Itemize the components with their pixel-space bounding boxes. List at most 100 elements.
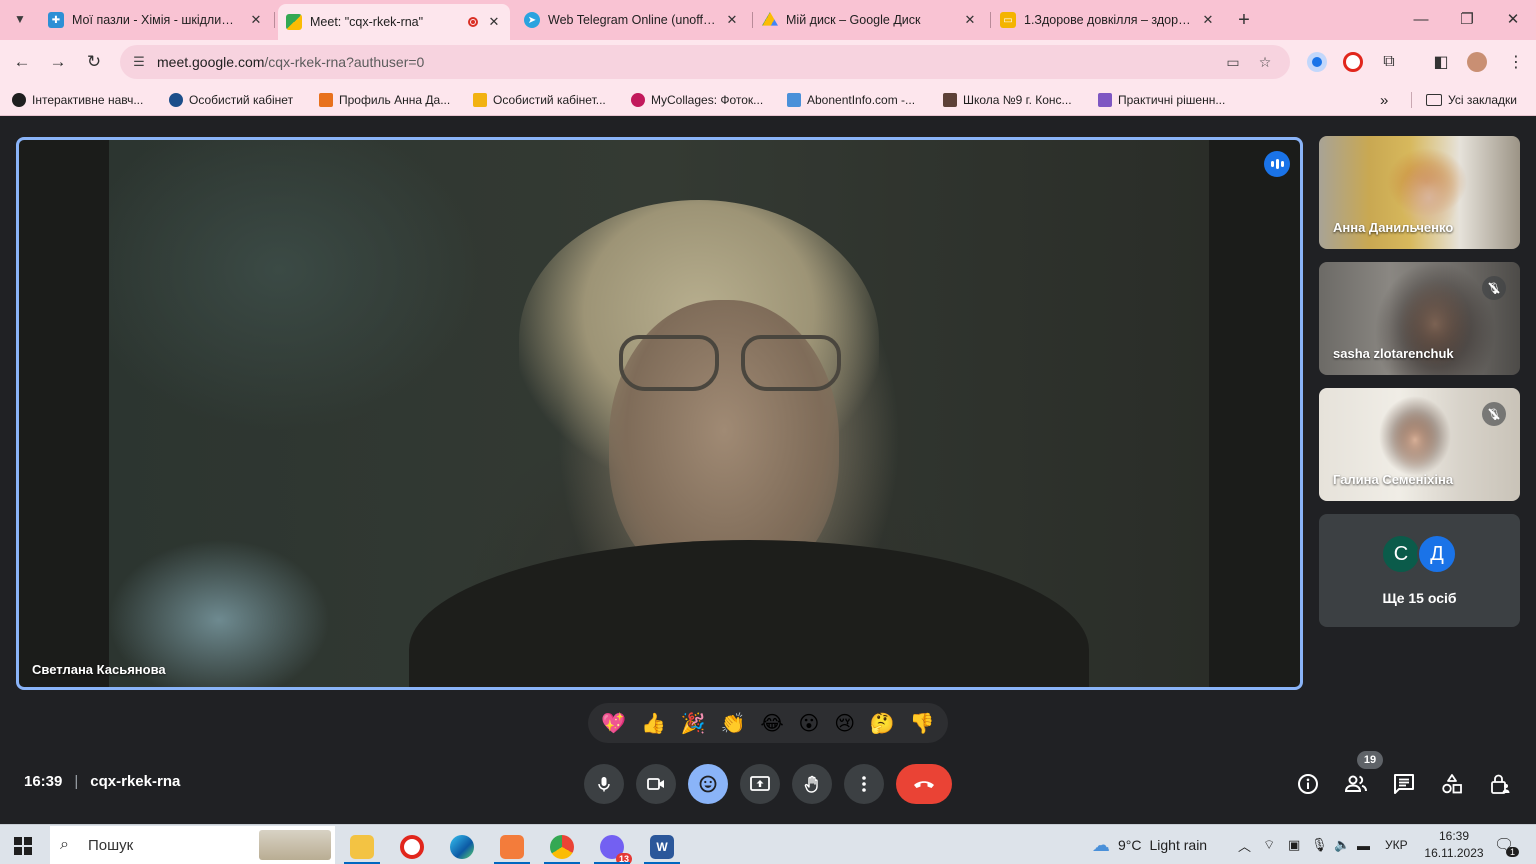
chat-button[interactable] [1389,769,1419,799]
tab-telegram[interactable]: ➤ Web Telegram Online (unofficial) ✕ [516,4,748,36]
participant-tile[interactable]: 🎙 Галина Семеніхіна [1319,388,1520,501]
volume-icon[interactable]: 🔈 [1334,825,1350,864]
bookmark-item[interactable]: Інтерактивне навч... [12,92,143,108]
address-bar[interactable]: ☰ meet.google.com/cqx-rkek-rna?authuser=… [120,45,1290,79]
close-tab-icon[interactable]: ✕ [1200,12,1216,28]
close-tab-icon[interactable]: ✕ [486,14,502,30]
browser-menu-icon[interactable]: ⋮ [1506,52,1526,72]
tab-google-drive[interactable]: Мій диск – Google Диск ✕ [754,4,986,36]
extensions-puzzle-icon[interactable]: ⧉ [1379,52,1399,72]
new-tab-button[interactable]: + [1231,7,1257,33]
raise-hand-button[interactable] [792,764,832,804]
clapping-reaction[interactable]: 👏 [721,713,746,733]
camera-in-use-icon[interactable]: ▭ [1224,53,1242,71]
taskbar-opera[interactable] [392,829,432,864]
party-popper-reaction[interactable]: 🎉 [681,713,706,733]
meeting-details-button[interactable] [1293,769,1323,799]
all-bookmarks-button[interactable]: Усі закладки [1426,92,1517,108]
device-icon[interactable]: ▣ [1288,825,1300,864]
slides-favicon-icon: ▭ [1000,12,1016,28]
notification-count: 1 [1506,847,1520,857]
taskbar-clock[interactable]: 16:39 16.11.2023 [1422,828,1486,862]
sparkling-heart-reaction[interactable]: 💖 [601,713,626,733]
bookmark-item[interactable]: Школа №9 г. Конс... [943,92,1072,108]
host-controls-button[interactable] [1485,769,1515,799]
close-tab-icon[interactable]: ✕ [962,12,978,28]
crying-reaction[interactable]: 😢 [834,713,855,733]
surprised-reaction[interactable]: 😮 [799,713,820,733]
participant-name: Анна Данильченко [1333,220,1454,235]
shapes-icon [1442,774,1462,794]
laughing-reaction[interactable]: 😂 [760,713,783,733]
bookmark-item[interactable]: AbonentInfo.com -... [787,92,915,108]
reactions-button[interactable] [688,764,728,804]
restore-button[interactable]: ❐ [1444,0,1490,38]
clock-date: 16.11.2023 [1424,846,1484,860]
bookmark-item[interactable]: Особистий кабінет... [473,92,606,108]
extension-dot-icon[interactable] [1307,52,1327,72]
activities-button[interactable] [1437,769,1467,799]
meet-favicon-icon [286,14,302,30]
weather-widget[interactable]: ☁ 9°C Light rain [1092,825,1207,864]
bookmark-item[interactable]: Особистий кабінет [169,92,293,108]
site-info-icon[interactable]: ☰ [130,53,148,71]
network-icon[interactable]: ⌔ [1263,825,1275,864]
bookmark-item[interactable]: Практичні рішенн... [1098,92,1225,108]
opera-extension-icon[interactable] [1343,52,1363,72]
close-tab-icon[interactable]: ✕ [724,12,740,28]
url-text[interactable]: meet.google.com/cqx-rkek-rna?authuser=0 [157,54,424,70]
profile-avatar[interactable] [1467,52,1487,72]
participant-tile[interactable]: Анна Данильченко [1319,136,1520,249]
tab-slides[interactable]: ▭ 1.Здорове довкілля – здорова ... ✕ [992,4,1224,36]
forward-button[interactable]: → [46,50,70,74]
bookmarks-overflow-button[interactable]: » [1380,92,1388,109]
taskbar-word[interactable]: W [642,829,682,864]
taskbar-edge[interactable] [442,829,482,864]
side-panel-icon[interactable]: ◧ [1431,52,1451,72]
leave-call-button[interactable] [896,764,952,804]
windows-start-icon[interactable] [14,837,32,855]
tab-search-button[interactable]: ▼ [8,7,32,31]
thinking-reaction[interactable]: 🤔 [870,713,895,733]
battery-icon[interactable]: ▬ [1357,825,1370,864]
reload-button[interactable]: ↻ [82,50,106,74]
close-window-button[interactable]: ✕ [1490,0,1536,38]
avatar: С [1381,534,1421,574]
thumbs-down-reaction[interactable]: 👎 [910,713,935,733]
tab-meet[interactable]: Meet: "cqx-rkek-rna" ✕ [278,4,510,40]
star-bookmark-icon[interactable]: ☆ [1256,53,1274,71]
microphone-button[interactable] [584,764,624,804]
tab-puzzles[interactable]: ✚ Мої пазли - Хімія - шкідливі ... ✕ [40,4,272,36]
taskbar-search[interactable]: ⌕ Пошук [50,826,335,864]
back-button[interactable]: ← [10,50,34,74]
language-indicator[interactable]: УКР [1385,825,1408,864]
taskbar-chrome[interactable] [542,829,582,864]
thumbs-up-reaction[interactable]: 👍 [641,713,666,733]
chat-icon [1394,774,1414,794]
notifications-button[interactable]: 🗨 1 [1494,825,1520,864]
taskbar-viber[interactable]: 13 [592,829,632,864]
more-options-button[interactable] [844,764,884,804]
taskbar-app[interactable] [492,829,532,864]
search-icon: ⌕ [60,836,69,853]
more-participants-tile[interactable]: С Д Ще 15 осіб [1319,514,1520,627]
people-count-badge: 19 [1357,751,1383,769]
microphone-icon [598,777,610,792]
recording-icon [468,17,478,27]
main-speaker-tile[interactable]: Светлана Касьянова [16,137,1303,690]
people-button[interactable] [1341,769,1371,799]
bookmark-item[interactable]: Профиль Анна Да... [319,92,450,108]
camera-button[interactable] [636,764,676,804]
minimize-button[interactable]: — [1398,0,1444,38]
tab-divider [752,12,753,28]
present-screen-icon [750,776,770,791]
opera-icon [400,835,424,859]
tray-overflow-button[interactable]: ︿ [1238,825,1251,864]
microphone-tray-icon[interactable]: 🎙 [1311,825,1328,864]
taskbar-file-explorer[interactable] [342,829,382,864]
globe-icon [169,93,183,107]
present-screen-button[interactable] [740,764,780,804]
bookmark-item[interactable]: MyCollages: Фоток... [631,92,763,108]
close-tab-icon[interactable]: ✕ [248,12,264,28]
participant-tile[interactable]: 🎙 sasha zlotarenchuk [1319,262,1520,375]
